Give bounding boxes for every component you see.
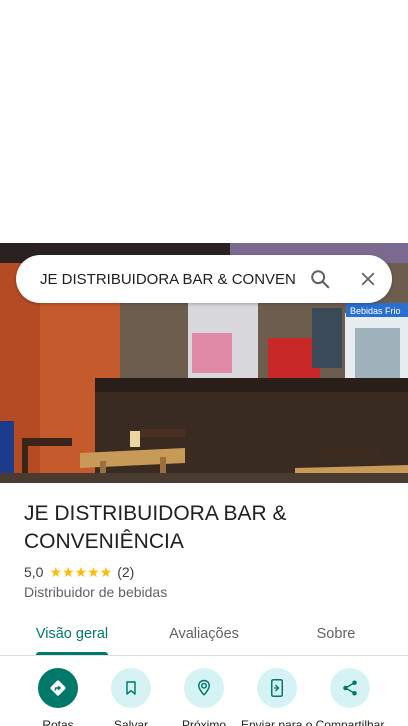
- search-query-text[interactable]: JE DISTRIBUIDORA BAR & CONVENI: [40, 271, 296, 288]
- share-label: Compartilhar: [315, 718, 385, 726]
- send-to-phone-button[interactable]: Enviar para o telefone: [241, 668, 313, 726]
- rating-value: 5,0: [24, 564, 44, 580]
- map-area[interactable]: [0, 0, 408, 243]
- fridge-sign-text: Bebidas Frio: [350, 306, 401, 316]
- nearby-label: Próximo: [181, 718, 226, 726]
- tab-about[interactable]: Sobre: [264, 612, 408, 656]
- directions-icon: [38, 668, 78, 708]
- nearby-icon: [184, 668, 224, 708]
- bookmark-icon: [111, 668, 151, 708]
- directions-label: Rotas: [42, 718, 74, 726]
- save-button[interactable]: Salvar: [95, 668, 167, 726]
- app-root: Bebidas Frio JE DISTRIBUIDORA BAR & CONV…: [0, 0, 408, 726]
- directions-button[interactable]: Rotas: [22, 668, 94, 726]
- search-icon[interactable]: [296, 255, 344, 303]
- share-button[interactable]: Compartilhar: [314, 668, 386, 726]
- tab-bar: Visão geral Avaliações Sobre: [0, 612, 408, 656]
- star-rating-icon: ★★★★★: [49, 563, 113, 580]
- place-category[interactable]: Distribuidor de bebidas: [24, 584, 167, 600]
- nearby-button[interactable]: Próximo: [168, 668, 240, 726]
- active-tab-indicator: [36, 652, 108, 655]
- search-bar[interactable]: JE DISTRIBUIDORA BAR & CONVENI: [16, 255, 392, 303]
- rating-row[interactable]: 5,0 ★★★★★ (2): [24, 563, 134, 581]
- close-icon[interactable]: [344, 255, 392, 303]
- tab-overview[interactable]: Visão geral: [0, 612, 144, 656]
- save-label: Salvar: [113, 718, 148, 726]
- tab-reviews[interactable]: Avaliações: [132, 612, 276, 656]
- send-to-phone-icon: [257, 668, 297, 708]
- share-icon: [330, 668, 370, 708]
- review-count[interactable]: (2): [117, 564, 134, 580]
- action-buttons-row: Rotas Salvar Próximo Enviar para o telef…: [0, 668, 408, 726]
- place-title: JE DISTRIBUIDORA BAR & CONVENIÊNCIA: [24, 502, 287, 553]
- send-to-phone-label: Enviar para o telefone: [241, 718, 313, 726]
